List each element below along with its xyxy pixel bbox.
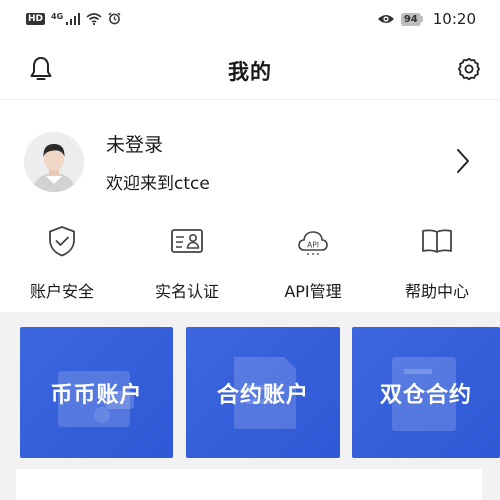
status-bar: HD 4G 94 10:20 [0, 0, 500, 38]
id-card-icon [170, 224, 204, 258]
battery-indicator: 94 [400, 12, 423, 26]
api-cloud-icon: API [296, 224, 330, 258]
notifications-button[interactable] [26, 56, 56, 86]
bottom-card [16, 469, 482, 500]
action-label: 实名认证 [154, 282, 219, 301]
action-label: 账户安全 [29, 282, 94, 301]
action-label: API管理 [284, 282, 342, 301]
quick-actions: 账户安全 实名认证 API API管理 帮助中心 [0, 224, 500, 304]
bell-icon [29, 56, 53, 86]
account-label: 合约账户 [216, 382, 309, 408]
page-title: 我的 [228, 60, 272, 84]
action-api-management[interactable]: API API管理 [258, 224, 368, 304]
svg-text:API: API [307, 241, 319, 250]
profile-row[interactable]: 未登录 欢迎来到ctce [0, 118, 500, 206]
contract-account-card[interactable]: 合约账户 [186, 327, 340, 458]
profile-subtitle: 欢迎来到ctce [106, 174, 210, 194]
battery-level: 94 [400, 12, 421, 26]
avatar [24, 132, 84, 192]
signal-icon [66, 10, 81, 29]
network-type: 4G [51, 11, 64, 21]
account-label: 双仓合约 [379, 382, 472, 408]
profile-name: 未登录 [106, 134, 164, 156]
header-divider [0, 99, 500, 100]
hd-badge: HD [26, 13, 46, 25]
alarm-icon [108, 10, 121, 29]
user-avatar-icon [24, 132, 84, 192]
profile-text: 未登录 欢迎来到ctce [106, 130, 210, 194]
status-left: HD 4G [26, 10, 121, 29]
action-real-name-verify[interactable]: 实名认证 [132, 224, 242, 304]
chevron-right-icon [456, 148, 470, 178]
page-header: 我的 [0, 48, 500, 94]
gear-icon [457, 57, 481, 85]
shield-check-icon [45, 224, 79, 258]
clock: 10:20 [432, 10, 476, 28]
accounts-section: 币币账户 合约账户 双仓合约 [0, 312, 500, 500]
dual-position-contract-card[interactable]: 双仓合约 [352, 327, 500, 458]
status-right: 94 10:20 [377, 10, 476, 29]
spot-account-card[interactable]: 币币账户 [20, 327, 173, 458]
wifi-icon [86, 10, 102, 29]
action-account-security[interactable]: 账户安全 [7, 224, 117, 304]
action-label: 帮助中心 [404, 282, 469, 301]
eye-icon [377, 10, 395, 29]
settings-button[interactable] [454, 56, 484, 86]
action-help-center[interactable]: 帮助中心 [382, 224, 492, 304]
book-icon [420, 224, 454, 258]
account-label: 币币账户 [50, 382, 143, 408]
battery-tip [420, 16, 423, 22]
